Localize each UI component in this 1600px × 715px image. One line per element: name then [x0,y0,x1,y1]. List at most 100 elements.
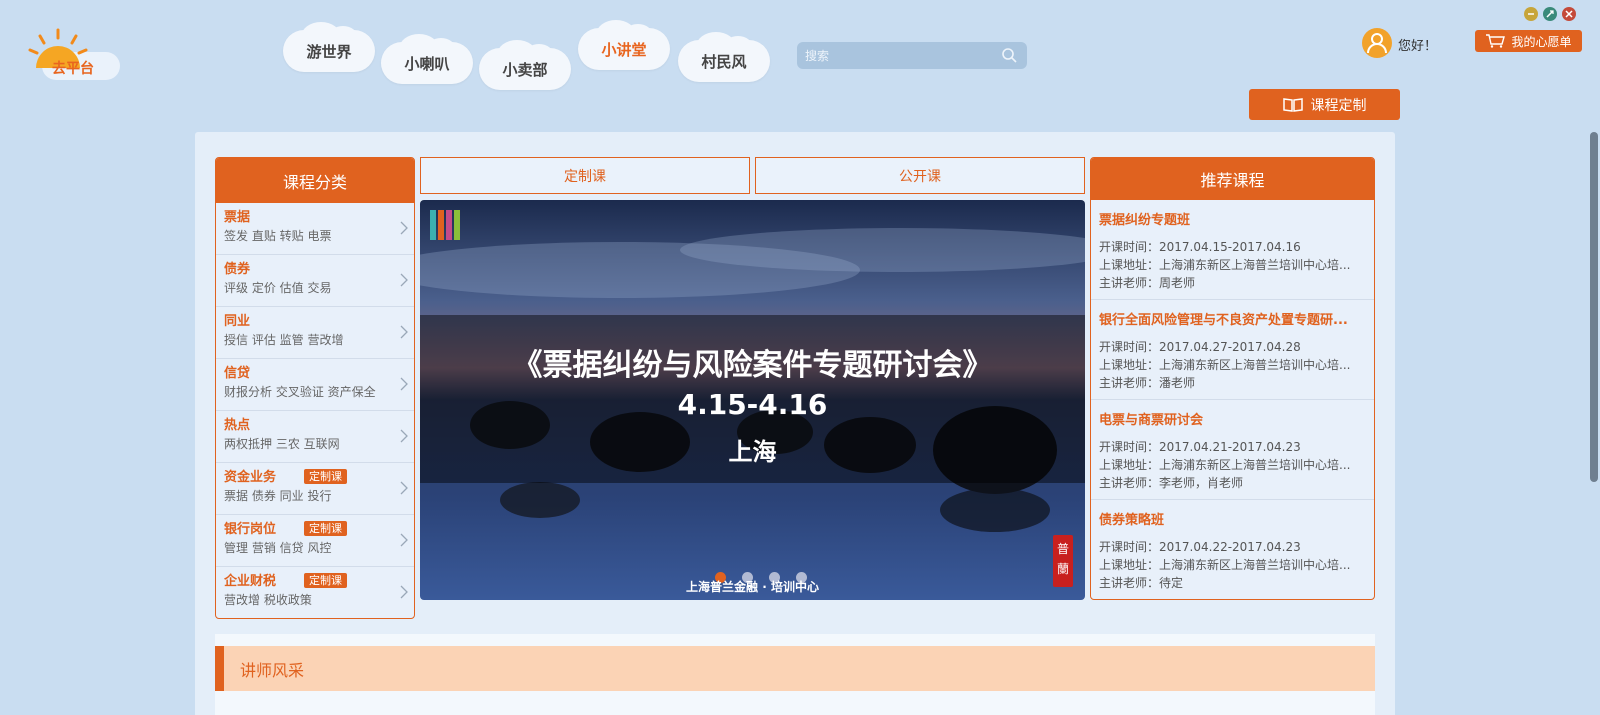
banner-date: 4.15-4.16 [677,388,828,421]
category-item[interactable]: 债券评级 定价 估值 交易 [216,255,414,307]
banner-city: 上海 [728,437,777,466]
chevron-right-icon [400,273,408,287]
category-item[interactable]: 企业财税 定制课营改增 税收政策 [216,567,414,618]
recommended-title: 推荐课程 [1091,158,1374,200]
course-teacher: 主讲老师：待定 [1099,576,1184,590]
recommended-item[interactable]: 票据纠纷专题班开课时间：2017.04.15-2017.04.16 上课地址：上海… [1091,200,1374,300]
category-item[interactable]: 票据签发 直贴 转贴 电票 [216,203,414,255]
course-time: 开课时间：2017.04.27-2017.04.28 [1099,340,1301,354]
recommended-courses: 推荐课程 票据纠纷专题班开课时间：2017.04.15-2017.04.16 上课… [1090,157,1375,600]
wishlist-label: 我的心愿单 [1511,34,1572,49]
category-item[interactable]: 热点两权抵押 三农 互联网 [216,411,414,463]
expand-icon [1546,10,1554,18]
banner-title: 《票据纠纷与风险案件专题研讨会》 [512,348,993,383]
category-item-label: 热点 [224,418,251,433]
cart-icon [1486,34,1506,48]
category-item-tags: 两权抵押 三农 互联网 [224,437,340,451]
category-item-title: 同业 [224,313,414,331]
category-sidebar: 课程分类 票据签发 直贴 转贴 电票 债券评级 定价 估值 交易同业授信 评估 监… [215,157,415,619]
course-teacher: 主讲老师：潘老师 [1099,376,1196,390]
nav-item-shop[interactable]: 小卖部 [479,40,571,90]
course-address: 上课地址：上海浦东新区上海普兰培训中心培... [1099,358,1351,372]
category-item-tags: 签发 直贴 转贴 电票 [224,229,332,243]
category-item-tags: 票据 债券 同业 投行 [224,489,332,503]
chevron-right-icon [400,377,408,391]
category-item-title: 企业财税 定制课 [224,573,414,591]
chevron-right-icon [400,221,408,235]
course-address: 上课地址：上海浦东新区上海普兰培训中心培... [1099,558,1351,572]
search-icon[interactable] [1001,47,1017,63]
wishlist-button[interactable]: 我的心愿单 [1475,30,1582,52]
minimize-icon [1528,13,1534,15]
banner-carousel[interactable]: 《票据纠纷与风险案件专题研讨会》 4.15-4.16 上海 上海普兰金融 · 培… [420,200,1085,600]
avatar[interactable] [1362,28,1392,58]
course-address: 上课地址：上海浦东新区上海普兰培训中心培... [1099,258,1351,272]
chevron-right-icon [400,585,408,599]
course-address: 上课地址：上海浦东新区上海普兰培训中心培... [1099,458,1351,472]
category-item-label: 债券 [224,262,251,277]
scrollbar[interactable] [1590,132,1598,482]
close-button[interactable] [1562,7,1576,21]
custom-course-badge: 定制课 [304,573,348,588]
banner-footer: 上海普兰金融 · 培训中心 [686,580,819,594]
greeting-text: 您好！ [1398,39,1438,54]
custom-course-badge: 定制课 [304,521,348,536]
recommended-item[interactable]: 电票与商票研讨会开课时间：2017.04.21-2017.04.23 上课地址：上… [1091,400,1374,500]
course-time: 开课时间：2017.04.21-2017.04.23 [1099,440,1301,454]
search-box [797,42,1027,69]
category-item-tags: 管理 营销 信贷 风控 [224,541,332,555]
search-input[interactable] [805,46,995,65]
category-item-tags: 授信 评估 监管 营改增 [224,333,344,347]
nav-item-trumpet[interactable]: 小喇叭 [381,34,473,84]
recommended-item-title[interactable]: 债券策略班 [1099,512,1366,530]
recommended-item-title[interactable]: 票据纠纷专题班 [1099,212,1366,230]
course-teacher: 主讲老师：周老师 [1099,276,1196,290]
nav-item-lecture[interactable]: 小讲堂 [578,20,670,70]
category-item-title: 热点 [224,417,414,435]
course-time: 开课时间：2017.04.22-2017.04.23 [1099,540,1301,554]
category-item-label: 信贷 [224,366,251,381]
logo-text: 去平台 [52,61,94,77]
recommended-item[interactable]: 银行全面风险管理与不良资产处置专题研... 开课时间：2017.04.27-201… [1091,300,1374,400]
lecturer-header: 讲师风采 [215,646,1375,691]
category-item-title: 信贷 [224,365,414,383]
book-icon [1282,97,1303,112]
category-item[interactable]: 信贷财报分析 交叉验证 资产保全 [216,359,414,411]
close-icon [1565,10,1573,18]
category-item[interactable]: 同业授信 评估 监管 营改增 [216,307,414,359]
seal-stamp: 普蘭 [1053,535,1073,587]
category-item[interactable]: 资金业务 定制课票据 债券 同业 投行 [216,463,414,515]
category-item-tags: 财报分析 交叉验证 资产保全 [224,385,376,399]
course-time: 开课时间：2017.04.15-2017.04.16 [1099,240,1301,254]
chevron-right-icon [400,533,408,547]
category-item-title: 债券 [224,261,414,279]
maximize-button[interactable] [1543,7,1557,21]
nav-item-village[interactable]: 村民风 [678,32,770,82]
category-item-label: 票据 [224,210,251,225]
course-teacher: 主讲老师：李老师，肖老师 [1099,476,1244,490]
tab-custom-course[interactable]: 定制课 [420,157,750,194]
app-logo[interactable]: 去平台 [20,20,120,82]
category-item[interactable]: 银行岗位 定制课管理 营销 信贷 风控 [216,515,414,567]
recommended-item[interactable]: 债券策略班开课时间：2017.04.22-2017.04.23 上课地址：上海浦东… [1091,500,1374,599]
recommended-item-title[interactable]: 银行全面风险管理与不良资产处置专题研... [1099,312,1366,330]
category-item-title: 资金业务 定制课 [224,469,414,487]
nav-item-world[interactable]: 游世界 [283,22,375,72]
custom-course-label: 课程定制 [1310,97,1367,114]
category-item-label: 银行岗位 [224,522,277,537]
category-item-title: 票据 [224,209,414,227]
chevron-right-icon [400,325,408,339]
category-item-tags: 营改增 税收政策 [224,593,312,607]
category-item-tags: 评级 定价 估值 交易 [224,281,332,295]
tab-open-course[interactable]: 公开课 [755,157,1085,194]
recommended-item-title[interactable]: 电票与商票研讨会 [1099,412,1366,430]
category-item-label: 企业财税 [224,574,277,589]
custom-course-button[interactable]: 课程定制 [1249,89,1400,120]
custom-course-badge: 定制课 [304,469,348,484]
category-item-title: 银行岗位 定制课 [224,521,414,539]
user-icon [1367,33,1387,54]
minimize-button[interactable] [1524,7,1538,21]
category-title: 课程分类 [216,158,414,203]
chevron-right-icon [400,429,408,443]
category-item-label: 资金业务 [224,470,277,485]
